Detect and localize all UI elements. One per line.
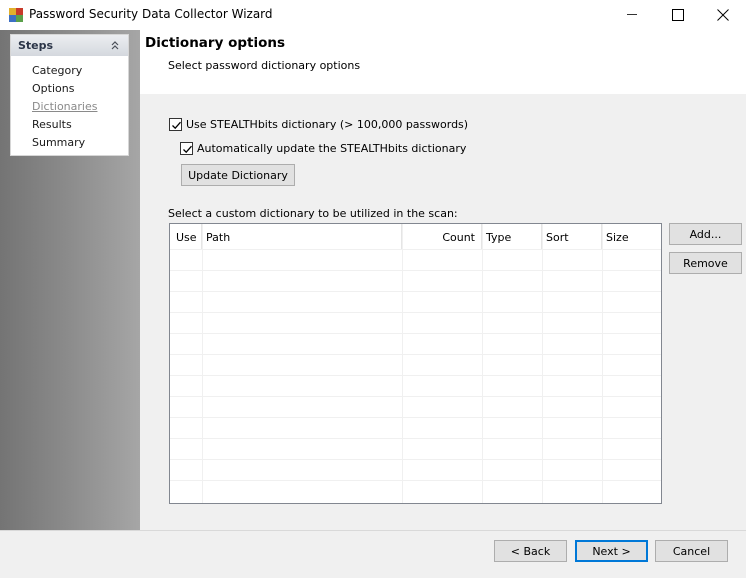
window-title: Password Security Data Collector Wizard: [29, 7, 273, 21]
maximize-button[interactable]: [655, 0, 701, 30]
minimize-button[interactable]: [609, 0, 655, 30]
column-header-path[interactable]: Path: [202, 224, 402, 249]
cancel-button[interactable]: Cancel: [655, 540, 728, 562]
auto-update-label[interactable]: Automatically update the STEALTHbits dic…: [197, 142, 466, 155]
custom-dictionary-label: Select a custom dictionary to be utilize…: [168, 207, 458, 220]
collapse-chevron-icon[interactable]: [108, 39, 122, 53]
table-row: [170, 333, 661, 354]
steps-title: Steps: [18, 39, 54, 52]
page-title: Dictionary options: [145, 35, 286, 51]
column-header-sort[interactable]: Sort: [542, 224, 602, 249]
column-header-size[interactable]: Size: [602, 224, 661, 249]
checkmark-icon: [183, 145, 192, 154]
next-button[interactable]: Next >: [575, 540, 648, 562]
use-stealthbits-label[interactable]: Use STEALTHbits dictionary (> 100,000 pa…: [186, 118, 468, 131]
steps-panel: Steps Category Options Dictionaries Resu…: [0, 30, 140, 530]
custom-dictionary-table[interactable]: Use Path Count Type Sort Size: [169, 223, 662, 504]
update-dictionary-button[interactable]: Update Dictionary: [181, 164, 295, 186]
title-bar: Password Security Data Collector Wizard: [0, 0, 746, 30]
table-row: [170, 480, 661, 501]
close-button[interactable]: [700, 0, 746, 30]
table-row: [170, 459, 661, 480]
table-row: [170, 249, 661, 270]
column-header-use[interactable]: Use: [170, 224, 202, 249]
page-header: Dictionary options Select password dicti…: [140, 30, 746, 94]
table-header: Use Path Count Type Sort Size: [170, 224, 661, 249]
step-item-dictionaries[interactable]: Dictionaries: [32, 100, 97, 113]
app-icon: [9, 8, 23, 22]
column-header-type[interactable]: Type: [482, 224, 542, 249]
steps-header: Steps: [11, 35, 128, 56]
auto-update-checkbox[interactable]: [180, 142, 193, 155]
back-button[interactable]: < Back: [494, 540, 567, 562]
table-row: [170, 396, 661, 417]
table-row: [170, 270, 661, 291]
table-row: [170, 417, 661, 438]
table-row: [170, 312, 661, 333]
close-icon: [717, 9, 729, 21]
steps-box: Steps Category Options Dictionaries Resu…: [10, 34, 129, 156]
remove-button[interactable]: Remove: [669, 252, 742, 274]
table-row: [170, 438, 661, 459]
table-row: [170, 291, 661, 312]
table-row: [170, 354, 661, 375]
step-item-results[interactable]: Results: [32, 118, 72, 131]
table-row: [170, 375, 661, 396]
step-item-category[interactable]: Category: [32, 64, 82, 77]
step-item-options[interactable]: Options: [32, 82, 74, 95]
step-item-summary[interactable]: Summary: [32, 136, 85, 149]
add-button[interactable]: Add...: [669, 223, 742, 245]
page-subtitle: Select password dictionary options: [168, 59, 361, 72]
use-stealthbits-checkbox[interactable]: [169, 118, 182, 131]
column-header-count[interactable]: Count: [402, 224, 482, 249]
checkmark-icon: [172, 121, 181, 130]
